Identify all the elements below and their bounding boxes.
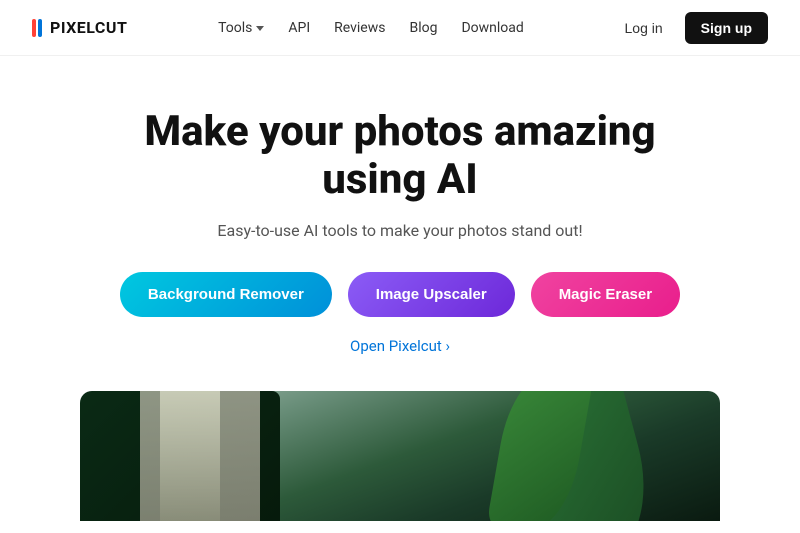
nav-actions: Log in Sign up [615, 12, 768, 44]
open-pixelcut-link[interactable]: Open Pixelcut › [350, 337, 450, 355]
light-beam-decoration [160, 391, 220, 521]
nav-api[interactable]: API [288, 20, 310, 36]
nav-links: Tools API Reviews Blog Download [218, 20, 524, 36]
logo-text: PIXELCUT [50, 18, 127, 37]
nav-reviews[interactable]: Reviews [334, 20, 385, 36]
chevron-down-icon [256, 26, 264, 31]
signup-button[interactable]: Sign up [685, 12, 768, 44]
hero-buttons: Background Remover Image Upscaler Magic … [120, 272, 680, 317]
logo[interactable]: PIXELCUT [32, 18, 127, 37]
logo-icon [32, 19, 42, 37]
bottom-image-strip [0, 391, 800, 521]
nav-tools[interactable]: Tools [218, 20, 264, 36]
hero-title: Make your photos amazing using AI [100, 108, 700, 205]
hero-section: Make your photos amazing using AI Easy-t… [0, 56, 800, 383]
nav-download[interactable]: Download [461, 20, 523, 36]
background-remover-button[interactable]: Background Remover [120, 272, 332, 317]
magic-eraser-button[interactable]: Magic Eraser [531, 272, 680, 317]
hero-subtitle: Easy-to-use AI tools to make your photos… [217, 221, 582, 240]
navbar: PIXELCUT Tools API Reviews Blog Download… [0, 0, 800, 56]
image-upscaler-button[interactable]: Image Upscaler [348, 272, 515, 317]
login-button[interactable]: Log in [615, 14, 673, 42]
nav-blog[interactable]: Blog [409, 20, 437, 36]
hero-image [80, 391, 720, 521]
